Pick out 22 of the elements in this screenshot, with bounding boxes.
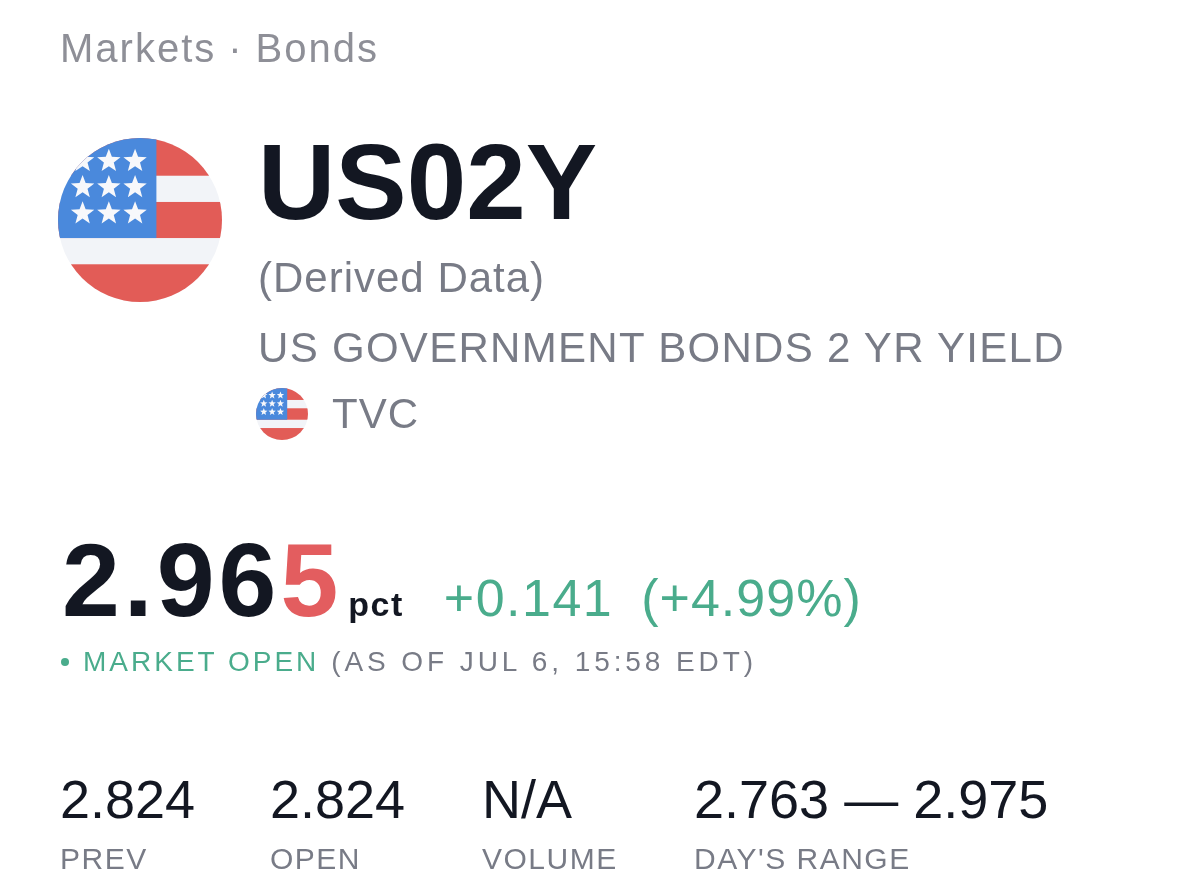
symbol-note: (Derived Data): [258, 253, 546, 303]
breadcrumb-separator: ·: [228, 25, 244, 72]
exchange-name: TVC: [332, 389, 419, 439]
stat-value: 2.824: [270, 768, 406, 831]
stat-value: N/A: [482, 768, 573, 831]
price-unit: pct: [348, 585, 404, 624]
breadcrumb-link[interactable]: Bonds: [255, 24, 379, 72]
symbol-description: US GOVERNMENT BONDS 2 YR YIELD: [258, 323, 1065, 373]
ticker-symbol: US02Y: [258, 129, 598, 236]
status-timestamp: (AS OF JUL 6, 15:58 EDT): [331, 645, 757, 679]
flag-icon: [256, 388, 308, 440]
price-change: +0.141: [443, 568, 614, 628]
price-value: 2.965: [62, 528, 343, 632]
market-status-label: MARKET OPEN: [83, 645, 320, 679]
breadcrumb-link[interactable]: Markets: [60, 24, 217, 72]
stat-value: 2.824: [60, 768, 196, 831]
stat-label: PREV: [60, 841, 148, 877]
stat-label: VOLUME: [482, 841, 618, 877]
stat-label: OPEN: [270, 841, 362, 877]
price-change-percent: (+4.99%): [641, 568, 862, 628]
stat-value: 2.763 — 2.975: [694, 768, 1049, 831]
stat-label: DAY'S RANGE: [694, 841, 911, 877]
